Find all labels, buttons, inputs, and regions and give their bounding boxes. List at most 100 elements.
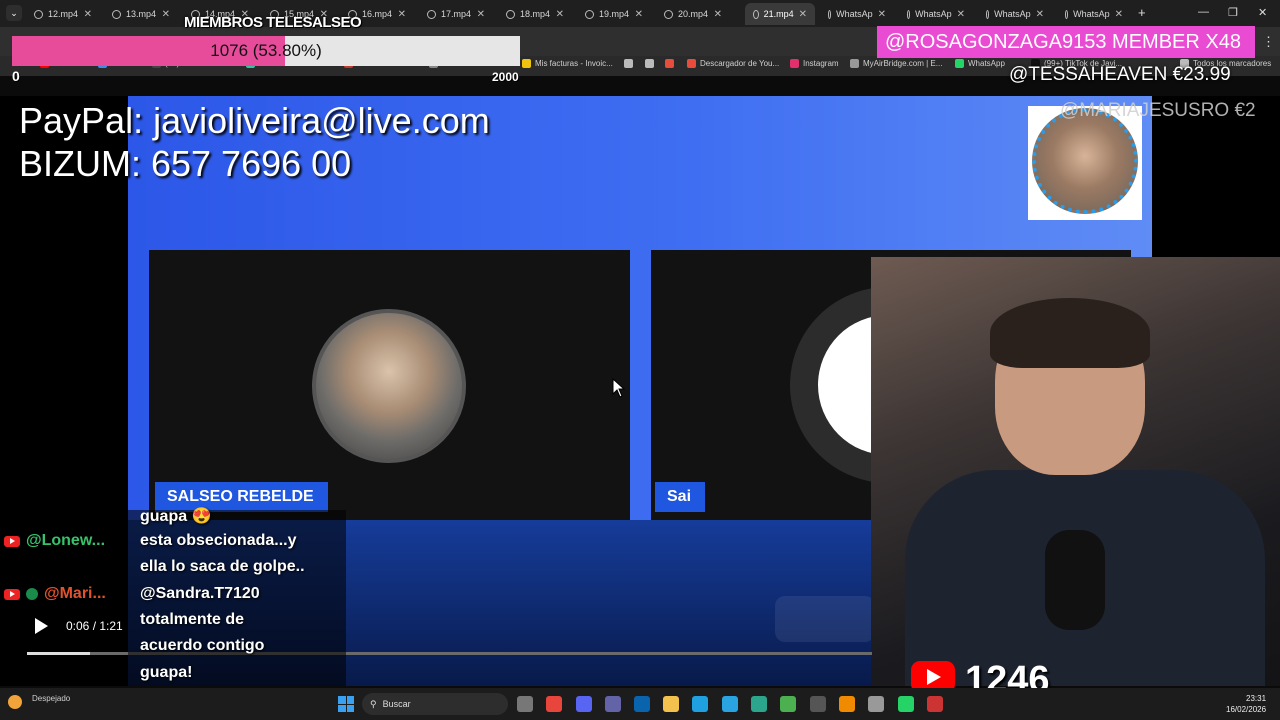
react-button-faded — [775, 596, 875, 642]
goal-min-label: 0 — [12, 68, 20, 84]
globe-icon — [664, 9, 673, 19]
globe-icon — [907, 9, 911, 19]
taskbar-search[interactable]: ⚲ Buscar — [362, 693, 508, 715]
close-tab-icon[interactable]: ✕ — [635, 9, 643, 20]
outlook-icon[interactable] — [634, 696, 650, 712]
globe-icon — [753, 9, 759, 19]
browser-tab[interactable]: 20.mp4 ✕ — [656, 3, 730, 25]
browser-tab[interactable]: WhatsAp ✕ — [978, 3, 1052, 25]
donation-alert: @TESSAHEAVEN €23.99 — [1009, 64, 1231, 85]
globe-icon — [34, 9, 43, 19]
bookmark-icon — [522, 59, 531, 68]
new-tab-button[interactable]: + — [1138, 5, 1146, 20]
paypal-overlay: PayPal: javioliveira@live.com — [19, 100, 490, 141]
tab-label: WhatsAp — [836, 9, 873, 19]
browser-menu-icon[interactable]: ⋮ — [1262, 34, 1275, 50]
member-alert: @ROSAGONZAGA9153 MEMBER X48 — [877, 26, 1255, 58]
bookmark-icon — [665, 59, 674, 68]
tab-label: 13.mp4 — [126, 9, 157, 19]
bookmark-item[interactable]: WhatsApp — [955, 59, 1005, 68]
bookmark-label: MyAirBridge.com | E... — [863, 59, 943, 68]
play-icon[interactable] — [32, 616, 50, 636]
search-icon: ⚲ — [370, 698, 377, 709]
folder-icon[interactable] — [663, 696, 679, 712]
bookmark-item[interactable]: Mis facturas - Invoic... — [522, 59, 613, 68]
tab-label: 19.mp4 — [599, 9, 630, 19]
browser-tab[interactable]: 18.mp4 ✕ — [498, 3, 572, 25]
close-tab-icon[interactable]: ✕ — [398, 9, 406, 20]
bookmark-item[interactable]: Instagram — [790, 59, 839, 68]
chrome-icon[interactable] — [546, 696, 562, 712]
maximize-icon[interactable]: ❐ — [1228, 6, 1238, 19]
weather-icon — [8, 695, 22, 709]
bookmark-icon — [790, 59, 799, 68]
participant-name: Sai — [655, 482, 705, 512]
close-tab-icon[interactable]: ✕ — [1036, 9, 1044, 20]
browser-tab[interactable]: 17.mp4 ✕ — [419, 3, 493, 25]
browser-tab[interactable]: 21.mp4 ✕ — [745, 3, 815, 25]
tab-search-icon[interactable]: ⌄ — [6, 5, 22, 21]
browser-tab[interactable]: WhatsAp ✕ — [1057, 3, 1131, 25]
bookmark-label: Mis facturas - Invoic... — [535, 59, 613, 68]
close-tab-icon[interactable]: ✕ — [556, 9, 564, 20]
bookmark-icon — [624, 59, 633, 68]
bookmark-label: Instagram — [803, 59, 839, 68]
close-tab-icon[interactable]: ✕ — [162, 9, 170, 20]
goal-title: MIEMBROS TELESALSEO — [184, 14, 362, 31]
tab-label: 17.mp4 — [441, 9, 472, 19]
member-badge-icon — [26, 588, 38, 600]
globe-icon — [986, 9, 990, 19]
tab-label: 21.mp4 — [763, 9, 794, 19]
discord-icon[interactable] — [576, 696, 592, 712]
globe-icon — [506, 9, 515, 19]
edge-icon[interactable] — [692, 696, 708, 712]
bookmark-icon — [645, 59, 654, 68]
windows-start-icon[interactable] — [338, 696, 354, 712]
bookmark-item[interactable] — [645, 59, 658, 68]
minimize-icon[interactable]: — — [1198, 6, 1209, 18]
close-tab-icon[interactable]: ✕ — [84, 9, 92, 20]
browser-tab[interactable]: 12.mp4 ✕ — [26, 3, 100, 25]
app-icon[interactable] — [868, 696, 884, 712]
browser-tab[interactable]: WhatsAp ✕ — [820, 3, 894, 25]
close-tab-icon[interactable]: ✕ — [1115, 9, 1123, 20]
bookmark-item[interactable]: MyAirBridge.com | E... — [850, 59, 942, 68]
chat-message-line: @Sandra.T7120 — [140, 585, 260, 602]
video-time: 0:06 / 1:21 — [66, 619, 123, 633]
file-explorer-icon[interactable] — [517, 696, 533, 712]
browser-icon[interactable] — [751, 696, 767, 712]
browser-tab[interactable]: 19.mp4 ✕ — [577, 3, 651, 25]
teams-icon[interactable] — [605, 696, 621, 712]
chat-username: @Mari... — [4, 585, 106, 603]
close-tab-icon[interactable]: ✕ — [878, 9, 886, 20]
bookmark-label: WhatsApp — [968, 59, 1005, 68]
goal-progress-text: 1076 (53.80%) — [210, 41, 322, 60]
globe-icon — [828, 9, 832, 19]
tab-label: 20.mp4 — [678, 9, 709, 19]
close-tab-icon[interactable]: ✕ — [714, 9, 722, 20]
close-window-icon[interactable]: ✕ — [1258, 6, 1267, 19]
telegram-icon[interactable] — [722, 696, 738, 712]
microphone — [1045, 530, 1105, 630]
youtube-icon — [4, 588, 20, 600]
app-icon[interactable] — [927, 696, 943, 712]
browser-tab[interactable]: WhatsAp ✕ — [899, 3, 973, 25]
tab-label: WhatsAp — [1073, 9, 1110, 19]
obs-icon[interactable] — [810, 696, 826, 712]
vlc-icon[interactable] — [839, 696, 855, 712]
bookmark-item[interactable] — [665, 59, 678, 68]
close-tab-icon[interactable]: ✕ — [957, 9, 965, 20]
close-tab-icon[interactable]: ✕ — [799, 9, 807, 20]
bookmark-item[interactable] — [624, 59, 637, 68]
tab-label: 12.mp4 — [48, 9, 79, 19]
browser-tab[interactable]: 13.mp4 ✕ — [104, 3, 178, 25]
bookmark-item[interactable]: Descargador de You... — [687, 59, 779, 68]
bookmark-icon — [850, 59, 859, 68]
video-progress-played — [27, 652, 90, 655]
whatsapp-icon[interactable] — [898, 696, 914, 712]
bookmark-label: Descargador de You... — [700, 59, 780, 68]
participant-avatar — [312, 309, 466, 463]
camtasia-icon[interactable] — [780, 696, 796, 712]
close-tab-icon[interactable]: ✕ — [477, 9, 485, 20]
clock-time: 23:31 — [1246, 694, 1267, 703]
